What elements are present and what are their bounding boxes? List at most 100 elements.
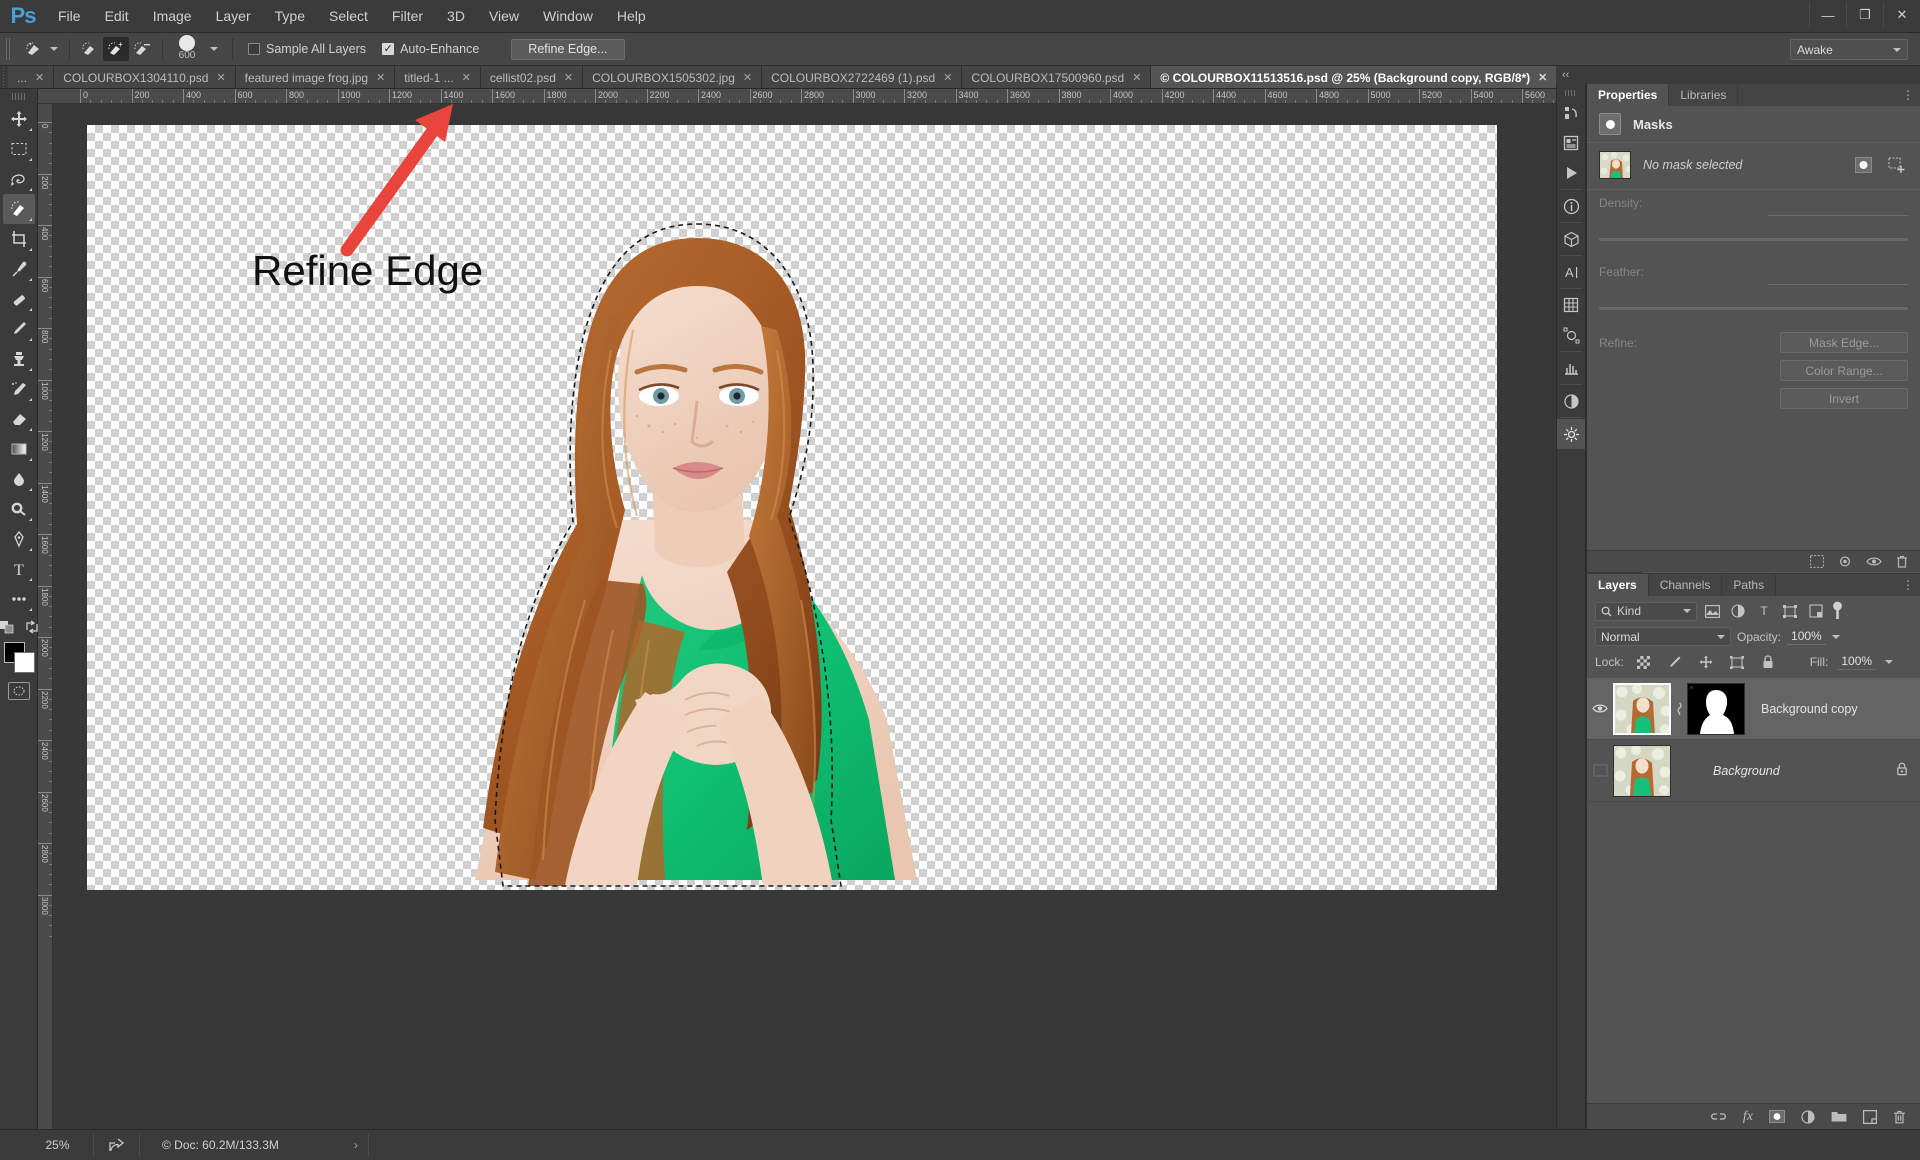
sample-all-layers-checkbox[interactable]: Sample All Layers: [240, 42, 374, 56]
tab-channels[interactable]: Channels: [1649, 574, 1723, 596]
document-tab[interactable]: titled-1 ... ✕: [395, 66, 481, 88]
lock-position-icon[interactable]: [1695, 652, 1717, 672]
swap-colors-icon[interactable]: [25, 620, 39, 634]
tab-bar-grip[interactable]: [0, 66, 8, 88]
add-vector-mask-icon[interactable]: [1886, 155, 1908, 175]
apply-mask-icon[interactable]: [1838, 555, 1852, 568]
filter-type-icon[interactable]: T: [1753, 601, 1775, 621]
adjustments-icon[interactable]: [1557, 386, 1585, 416]
layer-style-icon[interactable]: fx: [1743, 1109, 1753, 1125]
feather-value-field[interactable]: [1768, 271, 1908, 285]
minimize-button[interactable]: —: [1809, 2, 1846, 28]
dodge-tool[interactable]: [3, 494, 35, 524]
default-colors-icon[interactable]: [0, 620, 15, 634]
move-tool[interactable]: [3, 104, 35, 134]
add-pixel-mask-icon[interactable]: [1852, 155, 1874, 175]
lasso-tool[interactable]: [3, 164, 35, 194]
lock-transparent-pixels-icon[interactable]: [1633, 652, 1655, 672]
layer-mask-link-icon[interactable]: [1671, 701, 1687, 717]
auto-enhance-box[interactable]: [382, 43, 395, 55]
layer-name[interactable]: Background: [1671, 764, 1896, 778]
history-brush-tool[interactable]: [3, 374, 35, 404]
close-tab-icon[interactable]: ✕: [35, 71, 44, 84]
gradient-tool[interactable]: [3, 434, 35, 464]
eraser-tool[interactable]: [3, 404, 35, 434]
close-tab-icon[interactable]: ✕: [943, 71, 952, 84]
close-tab-icon[interactable]: ✕: [564, 71, 573, 84]
delete-layer-icon[interactable]: [1893, 1110, 1906, 1124]
rectangular-marquee-tool[interactable]: [3, 134, 35, 164]
brush-tool[interactable]: [3, 314, 35, 344]
filter-shape-icon[interactable]: [1779, 601, 1801, 621]
icon-rail-grip[interactable]: [1565, 90, 1577, 96]
maximize-button[interactable]: ❐: [1846, 2, 1883, 28]
toggle-mask-visibility-icon[interactable]: [1866, 556, 1882, 567]
close-tab-icon[interactable]: ✕: [1132, 71, 1141, 84]
close-tab-icon[interactable]: ✕: [376, 71, 385, 84]
menu-item-filter[interactable]: Filter: [380, 0, 435, 33]
lock-all-icon[interactable]: [1757, 652, 1779, 672]
close-tab-icon[interactable]: ✕: [216, 71, 225, 84]
layer-visibility-toggle[interactable]: [1587, 764, 1613, 777]
horizontal-type-tool[interactable]: T: [3, 554, 35, 584]
auto-enhance-checkbox[interactable]: Auto-Enhance: [374, 42, 487, 56]
menu-item-layer[interactable]: Layer: [204, 0, 263, 33]
eyedropper-tool[interactable]: [3, 254, 35, 284]
tool-preset-chevron-icon[interactable]: [50, 47, 58, 51]
menu-item-3d[interactable]: 3D: [435, 0, 477, 33]
new-selection-mode-button[interactable]: [77, 37, 103, 61]
layer-thumbnail[interactable]: [1613, 744, 1671, 797]
menu-item-image[interactable]: Image: [141, 0, 204, 33]
menu-item-window[interactable]: Window: [531, 0, 605, 33]
filter-kind-select[interactable]: Kind: [1595, 601, 1697, 621]
brush-chevron-icon[interactable]: [210, 47, 218, 51]
document-tab[interactable]: ... ✕: [8, 66, 55, 88]
link-layers-icon[interactable]: [1710, 1111, 1727, 1122]
close-button[interactable]: ✕: [1883, 2, 1920, 28]
tab-layers[interactable]: Layers: [1587, 574, 1649, 596]
tab-libraries[interactable]: Libraries: [1669, 84, 1739, 106]
document-tab[interactable]: COLOURBOX1505302.jpg ✕: [583, 66, 763, 88]
density-slider[interactable]: [1599, 238, 1908, 241]
table-row[interactable]: Background copy: [1587, 678, 1920, 740]
lock-image-pixels-icon[interactable]: [1664, 652, 1686, 672]
add-layer-mask-icon[interactable]: [1769, 1110, 1785, 1123]
menu-item-select[interactable]: Select: [317, 0, 380, 33]
background-color-swatch[interactable]: [13, 652, 35, 673]
menu-item-type[interactable]: Type: [263, 0, 317, 33]
close-tab-icon[interactable]: ✕: [743, 71, 752, 84]
swatches-icon[interactable]: [1557, 290, 1585, 320]
tab-paths[interactable]: Paths: [1722, 574, 1777, 596]
pen-tool[interactable]: [3, 524, 35, 554]
spot-healing-brush-tool[interactable]: [3, 284, 35, 314]
feather-slider[interactable]: [1599, 307, 1908, 310]
layer-mask-thumbnail[interactable]: [1687, 682, 1745, 735]
properties-panel-menu-icon[interactable]: ⋮: [1902, 88, 1914, 102]
document-tab[interactable]: cellist02.psd ✕: [480, 66, 584, 88]
fill-chevron-icon[interactable]: [1885, 660, 1894, 664]
zoom-level[interactable]: 25%: [22, 1134, 94, 1156]
lock-artboard-icon[interactable]: [1726, 652, 1748, 672]
close-tab-icon[interactable]: ✕: [1538, 71, 1547, 84]
new-layer-icon[interactable]: [1863, 1109, 1877, 1124]
menu-item-edit[interactable]: Edit: [93, 0, 141, 33]
layer-visibility-toggle[interactable]: [1587, 703, 1613, 714]
table-row[interactable]: Background: [1587, 740, 1920, 802]
menu-item-view[interactable]: View: [477, 0, 531, 33]
options-bar-grip[interactable]: [6, 38, 12, 60]
invert-mask-button[interactable]: Invert: [1780, 388, 1908, 409]
brush-size-picker[interactable]: 600: [170, 35, 204, 61]
history-icon[interactable]: [1557, 98, 1585, 128]
clone-stamp-tool[interactable]: [3, 344, 35, 374]
mask-edge-button[interactable]: Mask Edge...: [1780, 332, 1908, 353]
quick-selection-tool[interactable]: [2, 194, 35, 224]
document-tab[interactable]: COLOURBOX17500960.psd ✕: [962, 66, 1152, 88]
workspace-select[interactable]: Awake: [1790, 39, 1908, 60]
histogram-icon[interactable]: [1557, 353, 1585, 383]
more-tools-button[interactable]: [3, 584, 35, 614]
document-tab[interactable]: © COLOURBOX11513516.psd @ 25% (Backgroun…: [1151, 66, 1558, 88]
document-tab[interactable]: COLOURBOX2722469 (1).psd ✕: [762, 66, 963, 88]
mask-thumbnail[interactable]: [1599, 151, 1631, 179]
layer-thumbnail[interactable]: [1613, 682, 1671, 735]
notes-icon[interactable]: [1557, 128, 1585, 158]
